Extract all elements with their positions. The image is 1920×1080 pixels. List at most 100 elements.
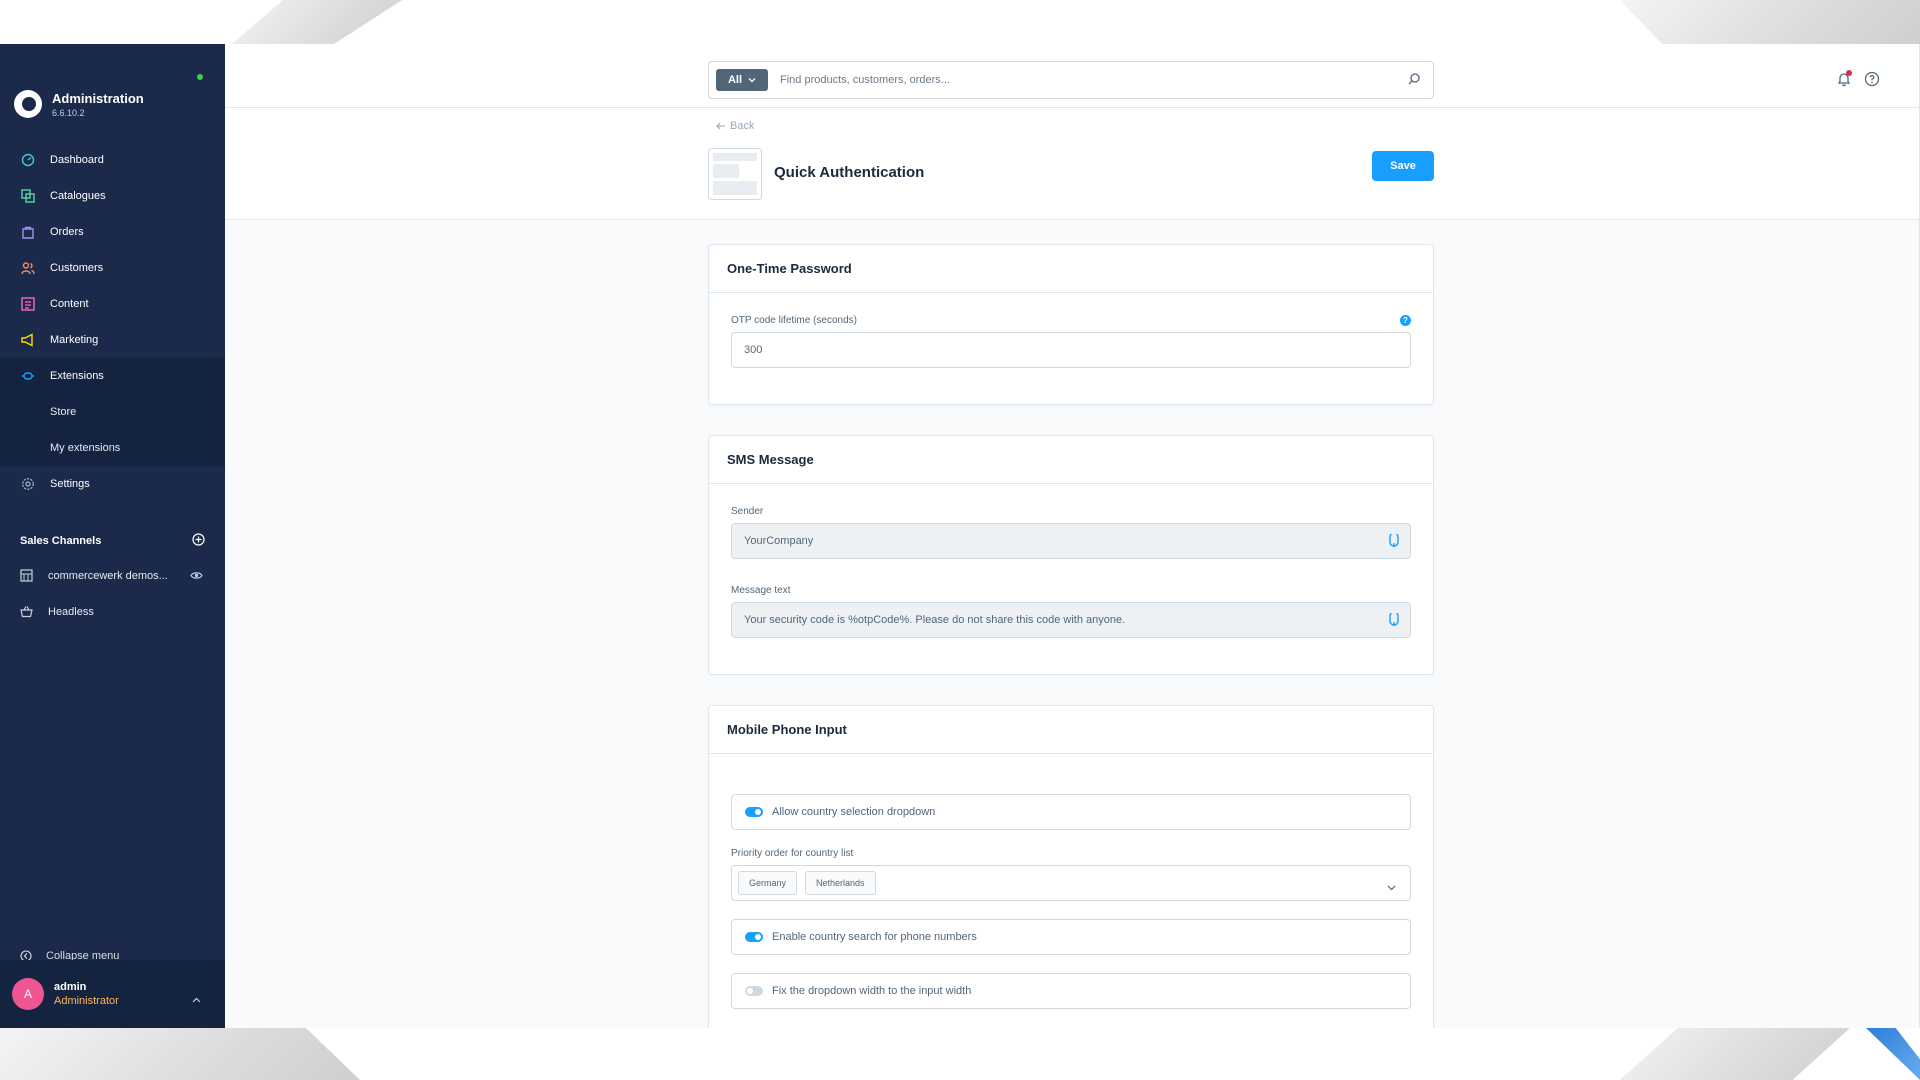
card-title: One-Time Password xyxy=(709,245,1433,293)
smart-bar: Back Quick Authentication Save xyxy=(225,108,1920,220)
card-title: SMS Message xyxy=(709,436,1433,484)
page-title: Quick Authentication xyxy=(774,164,925,181)
card-sms-message: SMS Message Sender YourCompany Message t… xyxy=(708,435,1434,675)
online-status-icon xyxy=(197,74,203,80)
back-link[interactable]: Back xyxy=(716,120,754,132)
help-tooltip-icon[interactable]: ? xyxy=(1400,315,1411,326)
sales-channel-label: commercewerk demos... xyxy=(48,570,168,582)
marketing-icon xyxy=(20,332,36,348)
search-type-dropdown[interactable]: All xyxy=(716,69,768,91)
extensions-icon xyxy=(20,368,36,384)
search-icon[interactable] xyxy=(1407,72,1421,91)
notifications-bell-icon[interactable] xyxy=(1836,70,1852,92)
message-text-field[interactable]: Your security code is %otpCode%. Please … xyxy=(731,602,1411,638)
plugin-thumbnail xyxy=(708,148,762,200)
message-text-label: Message text xyxy=(731,585,791,596)
backdrop-shape xyxy=(232,0,402,44)
nav-item-label: Marketing xyxy=(50,334,99,346)
global-search: All xyxy=(708,61,1434,99)
nav-item-extensions[interactable]: Extensions xyxy=(0,358,225,394)
country-chip[interactable]: Netherlands xyxy=(805,871,876,895)
sales-channel-item[interactable]: commercewerk demos... xyxy=(0,558,225,594)
customers-icon xyxy=(20,260,36,276)
nav-item-marketing[interactable]: Marketing xyxy=(0,322,225,358)
orders-icon xyxy=(20,224,36,240)
settings-icon xyxy=(20,476,36,492)
notification-badge xyxy=(1846,70,1852,76)
shopware-logo[interactable] xyxy=(14,90,42,118)
top-bar: All xyxy=(225,44,1920,108)
add-sales-channel-icon[interactable] xyxy=(192,533,205,549)
user-role: Administrator xyxy=(54,995,119,1007)
user-name: admin xyxy=(54,981,87,993)
app-title: Administration xyxy=(52,90,144,106)
nav-item-label: Dashboard xyxy=(50,154,104,166)
search-type-label: All xyxy=(727,74,743,86)
dashboard-icon xyxy=(20,152,36,168)
subnav-item-store[interactable]: Store xyxy=(0,394,225,430)
switch-label: Fix the dropdown width to the input widt… xyxy=(772,985,972,997)
inheritance-icon[interactable] xyxy=(1388,532,1400,551)
card-body: Sender YourCompany Message text Your sec… xyxy=(709,484,1433,674)
sales-channels-title: Sales Channels xyxy=(20,535,102,547)
sidebar: Administration 6.6.10.2 Dashboard Catalo… xyxy=(0,44,225,1028)
sidebar-header: Administration 6.6.10.2 xyxy=(0,44,225,142)
backdrop-shape xyxy=(1620,0,1920,44)
help-icon[interactable] xyxy=(1864,71,1880,92)
thumbnail-block xyxy=(713,164,740,178)
chevron-down-icon xyxy=(748,78,756,83)
nav-item-label: Extensions xyxy=(50,370,104,382)
country-dropdown-switch[interactable] xyxy=(745,807,763,817)
save-button[interactable]: Save xyxy=(1372,151,1434,181)
catalogues-icon xyxy=(20,188,36,204)
sales-channel-item[interactable]: Headless xyxy=(0,594,225,630)
search-input[interactable] xyxy=(780,74,1380,86)
admin-app: Administration 6.6.10.2 Dashboard Catalo… xyxy=(0,44,1920,1028)
otp-lifetime-value: 300 xyxy=(744,344,763,356)
card-one-time-password: One-Time Password OTP code lifetime (sec… xyxy=(708,244,1434,405)
country-dropdown-toggle-row: Allow country selection dropdown xyxy=(731,794,1411,830)
sales-channel-label: Headless xyxy=(48,606,94,618)
country-chip[interactable]: Germany xyxy=(738,871,798,895)
switch-label: Allow country selection dropdown xyxy=(772,806,936,818)
nav-item-label: Settings xyxy=(50,478,90,490)
otp-lifetime-field[interactable]: 300 xyxy=(731,332,1411,368)
chevron-down-icon[interactable] xyxy=(1387,878,1396,896)
nav-item-label: Catalogues xyxy=(50,190,106,202)
country-search-switch[interactable] xyxy=(745,932,763,942)
nav-item-label: Content xyxy=(50,298,89,310)
app-version: 6.6.10.2 xyxy=(52,107,85,118)
nav-item-customers[interactable]: Customers xyxy=(0,250,225,286)
sender-field[interactable]: YourCompany xyxy=(731,523,1411,559)
card-mobile-phone-input: Mobile Phone Input Allow country selecti… xyxy=(708,705,1434,1028)
nav-item-dashboard[interactable]: Dashboard xyxy=(0,142,225,178)
nav-item-orders[interactable]: Orders xyxy=(0,214,225,250)
dropdown-width-toggle-row: Fix the dropdown width to the input widt… xyxy=(731,973,1411,1009)
sender-label: Sender xyxy=(731,506,764,517)
back-label: Back xyxy=(730,120,755,132)
dropdown-width-switch[interactable] xyxy=(745,986,763,996)
otp-lifetime-label: OTP code lifetime (seconds) xyxy=(731,315,857,326)
priority-country-select[interactable]: Germany Netherlands xyxy=(731,865,1411,901)
card-body: Allow country selection dropdown Priorit… xyxy=(709,754,1433,1028)
nav-item-catalogues[interactable]: Catalogues xyxy=(0,178,225,214)
subnav-item-my-extensions[interactable]: My extensions xyxy=(0,430,225,466)
thumbnail-block xyxy=(713,153,757,161)
message-text-value: Your security code is %otpCode%. Please … xyxy=(744,614,1126,626)
storefront-icon xyxy=(20,569,34,583)
switch-label: Enable country search for phone numbers xyxy=(772,931,977,943)
chevron-up-icon[interactable] xyxy=(192,990,201,1008)
nav-item-content[interactable]: Content xyxy=(0,286,225,322)
thumbnail-block xyxy=(713,181,757,195)
backdrop-shape xyxy=(1620,1028,1850,1080)
nav-item-settings[interactable]: Settings xyxy=(0,466,225,502)
eye-icon[interactable] xyxy=(190,569,203,585)
nav-item-label: Customers xyxy=(50,262,104,274)
priority-order-label: Priority order for country list xyxy=(731,848,854,859)
settings-form: One-Time Password OTP code lifetime (sec… xyxy=(708,244,1434,1028)
card-body: OTP code lifetime (seconds) ? 300 xyxy=(709,293,1433,404)
backdrop-shape xyxy=(0,1028,360,1080)
user-menu[interactable]: A admin Administrator xyxy=(0,960,225,1028)
main-content: All Back xyxy=(225,44,1920,1028)
inheritance-icon[interactable] xyxy=(1388,611,1400,630)
